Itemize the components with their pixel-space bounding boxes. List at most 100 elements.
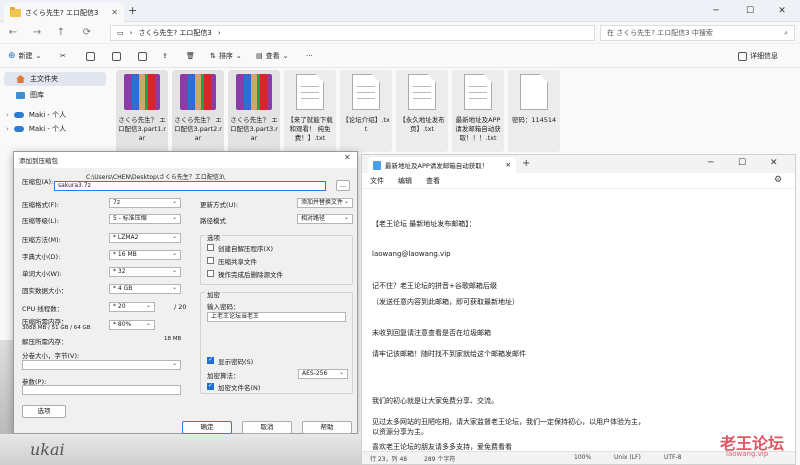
back-button[interactable]: ← bbox=[6, 25, 20, 41]
refresh-button[interactable]: ⟳ bbox=[80, 25, 94, 41]
update-select[interactable]: 添加并替换文件 bbox=[297, 198, 353, 208]
share-button[interactable]: ⇪ bbox=[162, 48, 168, 64]
details-button[interactable]: 详细信息 bbox=[738, 48, 778, 64]
maximize-button[interactable]: ☐ bbox=[738, 158, 746, 168]
method-value: * LZMA2 bbox=[113, 234, 139, 241]
close-tab-icon[interactable]: ✕ bbox=[111, 8, 118, 17]
params-input[interactable] bbox=[22, 385, 181, 395]
mem-decomp-value: 18 MB bbox=[164, 336, 182, 342]
level-select[interactable]: 5 - 标准压缩 bbox=[109, 214, 181, 224]
doc-line bbox=[469, 98, 487, 99]
doc-line bbox=[301, 86, 319, 87]
close-window-button[interactable]: ✕ bbox=[770, 158, 778, 168]
file-item[interactable]: さくら先生？ エロ配信3.part1.rar bbox=[116, 70, 168, 152]
up-button[interactable]: ↑ bbox=[54, 25, 68, 41]
method-label: 压缩方法(M): bbox=[22, 236, 61, 244]
solid-label: 固实数据大小： bbox=[22, 287, 68, 295]
sfx-checkbox[interactable] bbox=[207, 244, 214, 251]
file-item[interactable]: 最新地址及APP请发邮箱自动获取！！！.txt bbox=[452, 70, 504, 152]
doc-line bbox=[301, 92, 319, 93]
rename-button[interactable] bbox=[138, 48, 147, 64]
minimize-button[interactable]: ─ bbox=[708, 158, 713, 168]
settings-gear-icon[interactable]: ⚙ bbox=[774, 175, 782, 185]
ok-button[interactable]: 确定 bbox=[182, 421, 232, 434]
file-item[interactable]: さくら先生？ エロ配信3.part3.rar bbox=[228, 70, 280, 152]
new-button[interactable]: ⊕ 新建 ⌄ bbox=[8, 48, 41, 64]
view-button[interactable]: ▤ 查看 ⌄ bbox=[256, 48, 289, 64]
copy-button[interactable] bbox=[86, 48, 95, 64]
address-bar[interactable]: ▭ › さくら先生? エロ配信3 › bbox=[110, 25, 595, 41]
archive-label: 压缩包(A): bbox=[22, 178, 54, 186]
menu-edit[interactable]: 编辑 bbox=[398, 176, 412, 186]
file-item[interactable]: さくら先生？ エロ配信3.part2.rar bbox=[172, 70, 224, 152]
show-password-checkbox[interactable] bbox=[207, 356, 214, 364]
search-placeholder: 在 さくら先生? エロ配信3 中搜索 bbox=[607, 29, 713, 37]
dict-value: * 16 MB bbox=[113, 251, 137, 258]
format-select[interactable]: 7z bbox=[109, 198, 181, 208]
file-item[interactable]: 【来了就能下载和观看！ 纯免费！】.txt bbox=[284, 70, 336, 152]
trash-icon: 🗑 bbox=[186, 52, 195, 60]
file-item[interactable]: 【永久地址发布页】.txt bbox=[396, 70, 448, 152]
delete-button[interactable]: 🗑 bbox=[186, 48, 195, 64]
path-mode-select[interactable]: 相对路径 bbox=[297, 214, 353, 224]
password-value: 上老王论坛当老王 bbox=[211, 313, 260, 320]
sidebar-item-label: 主文件夹 bbox=[30, 75, 58, 83]
browse-button[interactable]: ... bbox=[336, 180, 350, 191]
sort-button[interactable]: ⇅ 排序 ⌄ bbox=[210, 48, 242, 64]
winrar-archive-icon bbox=[180, 74, 216, 110]
doc-line bbox=[301, 98, 319, 99]
dialog-close-button[interactable]: ✕ bbox=[344, 153, 351, 162]
options-button[interactable]: 选项 bbox=[22, 405, 66, 418]
file-item[interactable]: 密码：114514 bbox=[508, 70, 560, 152]
sidebar-item-label: 图库 bbox=[30, 91, 44, 99]
word-select[interactable]: * 32 bbox=[109, 267, 181, 277]
file-name: 【来了就能下载和观看！ 纯免费！】.txt bbox=[287, 116, 333, 142]
sidebar-item-home[interactable]: 主文件夹 bbox=[4, 72, 106, 86]
search-input[interactable]: 在 さくら先生? エロ配信3 中搜索 ⌕ bbox=[600, 25, 795, 41]
solid-select[interactable]: * 4 GB bbox=[109, 284, 181, 294]
mem-comp-value: 3088 MB / 51 GB / 64 GB bbox=[22, 325, 91, 331]
password-input[interactable]: 上老王论坛当老王 bbox=[207, 312, 346, 322]
share-icon: ⇪ bbox=[162, 52, 168, 60]
minimize-button[interactable]: ─ bbox=[700, 2, 732, 20]
dict-select[interactable]: * 16 MB bbox=[109, 250, 181, 260]
cancel-button[interactable]: 取消 bbox=[242, 421, 292, 434]
sidebar-item-label: Maki - 个人 bbox=[28, 111, 67, 119]
more-button[interactable]: ··· bbox=[306, 48, 313, 64]
cut-button[interactable]: ✂ bbox=[60, 48, 66, 64]
cpu-select[interactable]: * 20 bbox=[109, 302, 155, 312]
cpu-total: / 20 bbox=[174, 303, 187, 311]
notepad-tab[interactable]: 最新地址及APP请发邮箱自动获取！ ✕ bbox=[368, 157, 516, 173]
file-name: 【永久地址发布页】.txt bbox=[399, 116, 445, 133]
path-mode-label: 路径模式 bbox=[200, 217, 226, 225]
paste-button[interactable] bbox=[112, 48, 121, 64]
new-tab-button[interactable]: + bbox=[128, 4, 137, 17]
text-area[interactable]: 【老王论坛 最新地址发布邮箱】： laowang@laowang.vip 记不住… bbox=[362, 189, 795, 451]
encrypt-names-checkbox[interactable] bbox=[207, 382, 214, 390]
sidebar-item-gallery[interactable]: 图库 bbox=[4, 88, 106, 102]
sidebar-item-onedrive-1[interactable]: › Maki - 个人 bbox=[4, 108, 106, 122]
help-button[interactable]: 帮助 bbox=[302, 421, 352, 434]
forward-button[interactable]: → bbox=[30, 25, 44, 41]
new-tab-button[interactable]: + bbox=[522, 158, 530, 169]
archive-name-input[interactable]: sakura3.7z bbox=[54, 181, 326, 191]
text-line: （发送任意内容到此邮箱，即可获取最新地址） bbox=[372, 298, 519, 306]
file-name: さくら先生？ エロ配信3.part3.rar bbox=[230, 116, 278, 142]
explorer-tab[interactable]: さくら先生? エロ配信3 ✕ bbox=[4, 3, 124, 22]
mem-percent-select[interactable]: * 80% bbox=[109, 320, 155, 330]
file-item[interactable]: 【论坛介绍】.txt bbox=[340, 70, 392, 152]
winrar-archive-icon bbox=[124, 74, 160, 110]
menu-file[interactable]: 文件 bbox=[370, 176, 384, 186]
split-select[interactable] bbox=[22, 360, 181, 370]
enc-method-select[interactable]: AES-256 bbox=[298, 369, 348, 379]
close-window-button[interactable]: ✕ bbox=[766, 2, 798, 20]
close-tab-icon[interactable]: ✕ bbox=[506, 161, 511, 169]
sidebar-item-onedrive-2[interactable]: › Maki - 个人 bbox=[4, 122, 106, 136]
delete-after-checkbox[interactable] bbox=[207, 270, 214, 277]
method-select[interactable]: * LZMA2 bbox=[109, 233, 181, 243]
maximize-button[interactable]: ☐ bbox=[734, 2, 766, 20]
text-line: 【老王论坛 最新地址发布邮箱】： bbox=[372, 220, 476, 228]
sidebar-item-label: Maki - 个人 bbox=[28, 125, 67, 133]
menu-view[interactable]: 查看 bbox=[426, 176, 440, 186]
shared-checkbox[interactable] bbox=[207, 257, 214, 264]
